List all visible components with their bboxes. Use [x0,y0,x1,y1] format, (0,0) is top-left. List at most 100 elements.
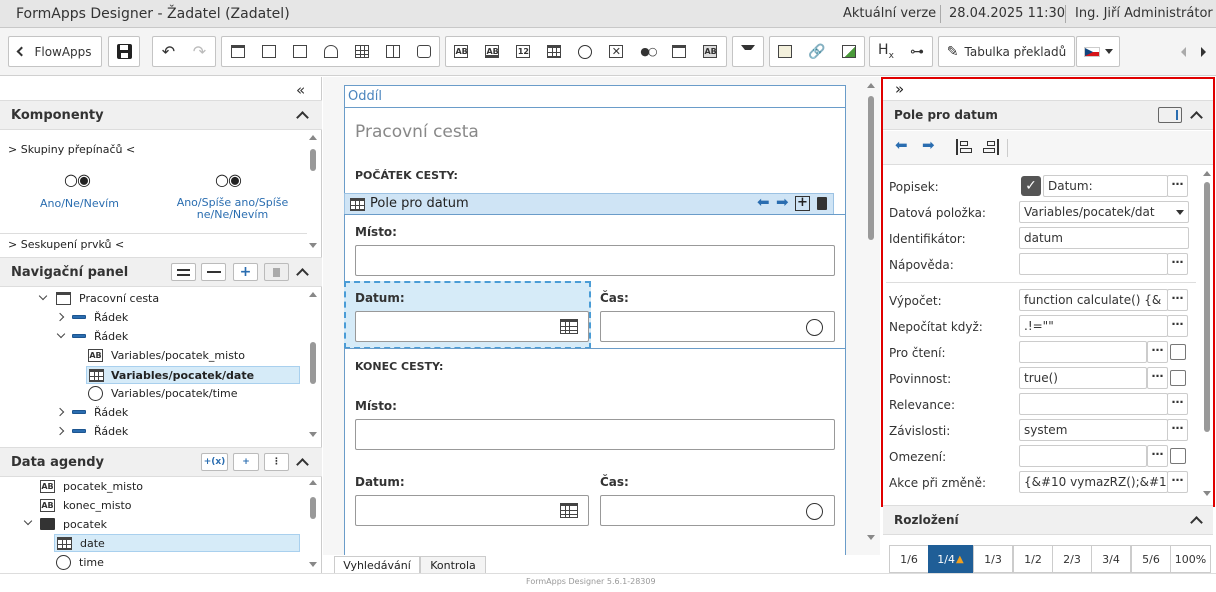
section-icon[interactable] [230,45,245,58]
prop-checkbox[interactable] [1170,448,1186,464]
components-group-2[interactable]: > Seskupení prvků < [8,238,124,251]
scroll-up-icon[interactable] [867,83,875,88]
scroll-down-icon[interactable] [309,562,317,567]
language-select[interactable] [1076,36,1120,67]
nav-list-button[interactable] [171,263,196,281]
agenda-scrollbar[interactable] [310,497,316,519]
calendar-icon[interactable] [560,319,578,334]
agenda-item[interactable]: AB konec_misto [40,496,132,514]
agenda-item[interactable]: time [56,553,104,571]
canvas-scrollbar[interactable] [868,96,874,240]
layout-option[interactable]: 1/2 [1013,545,1053,573]
component-yes-maybe-no[interactable]: Ano/Spíše ano/Spíše ne/Ne/Nevím [170,197,295,221]
layout-option[interactable]: 1/6 [889,545,929,573]
version-label[interactable]: Aktuální verze [843,6,936,21]
prop-input[interactable] [1019,253,1168,275]
save-button[interactable] [108,36,140,67]
components-scrollbar[interactable] [310,149,316,171]
prop-input[interactable]: {&#10 vymazRZ();&#1( [1019,471,1168,493]
layout-header[interactable]: Rozložení [883,505,1213,535]
clock-icon[interactable] [806,503,823,520]
nav-row-button[interactable] [201,263,226,281]
separator-icon[interactable]: ⊶ [910,44,924,60]
more-options-icon[interactable]: ⋯ [1167,289,1188,311]
nav-item[interactable]: Řádek [72,308,128,326]
user-label[interactable]: Ing. Jiří Administrátor [1075,6,1213,21]
props-scrollbar[interactable] [1204,182,1210,432]
agenda-item-selected[interactable]: date [54,534,300,552]
text-field-icon[interactable]: AB [454,45,469,58]
add-row-icon[interactable] [261,45,276,58]
scroll-up-icon[interactable] [1203,171,1211,176]
redo-icon[interactable]: ↷ [193,42,206,61]
prop-input[interactable]: Variables/pocatek/dat [1019,201,1189,223]
repeat-icon[interactable] [416,45,431,58]
add-variable-button[interactable]: +(x) [201,453,228,471]
agenda-item[interactable]: pocatek [40,515,107,533]
time-input-2[interactable] [600,495,835,526]
place-input-1[interactable] [355,245,835,276]
flowapps-button[interactable]: FlowApps [8,36,102,67]
tab-search[interactable]: Vyhledávání [334,556,420,574]
prop-input[interactable] [1019,445,1147,467]
prop-input[interactable]: .!="" [1019,315,1168,337]
layout-option[interactable]: 5/6 [1131,545,1171,573]
collapse-icon[interactable] [296,458,309,471]
selected-field-bar[interactable]: Pole pro datum ⬅ ➡ + [344,193,834,215]
prop-input[interactable]: true() [1019,367,1147,389]
prop-checkbox[interactable] [1170,370,1186,386]
layout-option[interactable]: 2/3 [1052,545,1092,573]
scroll-down-icon[interactable] [309,432,317,437]
heading-icon[interactable]: Hx [878,42,894,61]
scroll-down-icon[interactable] [309,243,317,248]
collapse-icon[interactable] [1190,111,1203,124]
scroll-left-icon[interactable] [1181,47,1186,57]
time-input-1[interactable] [600,311,835,342]
prop-input[interactable] [1019,341,1147,363]
nav-item-selected[interactable]: Variables/pocatek/date [86,366,300,384]
more-options-icon[interactable]: ⋯ [1167,175,1188,197]
trash-icon[interactable] [817,197,827,210]
scroll-up-icon[interactable] [309,480,317,485]
scroll-down-icon[interactable] [867,535,875,540]
link-icon[interactable]: 🔗 [808,44,825,60]
layout-option[interactable]: 1/3 [973,545,1013,573]
table-icon[interactable] [354,45,369,58]
scroll-up-icon[interactable] [309,135,317,140]
nav-item[interactable]: Řádek [72,403,128,421]
agenda-item[interactable]: AB pocatek_misto [40,477,143,495]
place-input-2[interactable] [355,419,835,450]
nav-item[interactable]: Řádek [72,422,128,440]
dock-icon[interactable] [1158,107,1182,123]
collapse-left-icon[interactable]: « [296,81,305,99]
nav-item[interactable]: Pracovní cesta [56,289,159,307]
add-group-button[interactable]: + [233,453,259,471]
date-input-2[interactable] [355,495,589,526]
prop-input[interactable]: datum [1019,227,1189,249]
date-input-1[interactable] [355,311,589,342]
prop-input[interactable]: Datum: [1043,175,1168,197]
more-options-icon[interactable]: ⋯ [1167,419,1188,441]
readonly-text-icon[interactable]: AB [703,45,718,58]
collapse-icon[interactable] [296,268,309,281]
nav-header[interactable]: Navigační panel + [0,257,322,287]
more-options-icon[interactable]: ⋯ [1147,341,1168,363]
stamp-button[interactable] [732,36,764,67]
people-icon[interactable] [323,45,338,58]
scroll-up-icon[interactable] [309,292,317,297]
move-right-icon[interactable]: ➡ [776,193,789,211]
move-left-icon[interactable]: ⬅ [895,136,908,154]
layout-option[interactable]: 1/4 ▲ [928,545,973,573]
undo-icon[interactable]: ↶ [162,42,175,61]
clock-icon[interactable] [578,44,593,59]
prop-checkbox[interactable] [1170,344,1186,360]
list-icon[interactable] [672,45,687,58]
agenda-more-button[interactable]: ⋮ [264,453,289,471]
layout-option[interactable]: 100% [1170,545,1211,573]
scroll-down-icon[interactable] [1203,491,1211,496]
more-options-icon[interactable]: ⋯ [1167,253,1188,275]
props-header[interactable]: Pole pro datum [883,100,1213,130]
component-yes-no[interactable]: Ano/Ne/Nevím [40,197,119,210]
dropdown-arrow-icon[interactable] [1176,210,1184,215]
more-options-icon[interactable]: ⋯ [1147,367,1168,389]
